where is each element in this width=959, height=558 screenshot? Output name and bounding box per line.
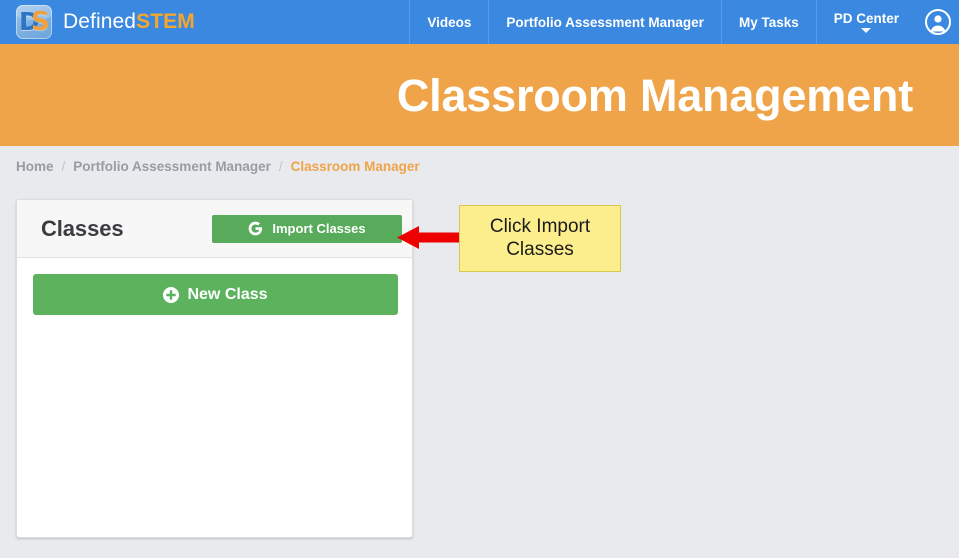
chevron-down-icon	[861, 28, 872, 33]
annotation-callout-text: Click Import Classes	[489, 216, 591, 260]
breadcrumb-item-classroom-manager: Classroom Manager	[290, 158, 420, 174]
logo-letter-s: S	[31, 7, 50, 37]
classes-panel-body: New Class	[17, 258, 412, 331]
page-title: Classroom Management	[396, 69, 913, 121]
breadcrumb-item-portfolio-assessment-manager[interactable]: Portfolio Assessment Manager	[73, 159, 271, 174]
navbar-menu: Videos Portfolio Assessment Manager My T…	[409, 0, 959, 44]
breadcrumb: Home / Portfolio Assessment Manager / Cl…	[0, 146, 959, 186]
brand-name-stem: STEM	[136, 10, 195, 33]
breadcrumb-separator: /	[278, 158, 283, 174]
classes-panel-header: Classes Import Classes	[17, 200, 412, 258]
google-g-icon	[249, 221, 263, 236]
nav-item-videos-label: Videos	[427, 14, 472, 30]
classes-panel: Classes Import Classes New Class	[16, 199, 413, 538]
user-account-button[interactable]	[917, 0, 959, 44]
nav-item-my-tasks-label: My Tasks	[738, 14, 799, 30]
nav-item-pd-center[interactable]: PD Center	[815, 0, 916, 44]
breadcrumb-separator: /	[61, 158, 66, 174]
nav-item-portfolio-assessment-manager[interactable]: Portfolio Assessment Manager	[488, 0, 721, 44]
import-classes-button-label: Import Classes	[272, 221, 366, 236]
breadcrumb-item-home[interactable]: Home	[16, 159, 54, 174]
brand-name-defined: Defined	[63, 10, 137, 33]
page-title-banner: Classroom Management	[0, 44, 959, 146]
nav-item-my-tasks[interactable]: My Tasks	[720, 0, 816, 44]
import-classes-button[interactable]: Import Classes	[212, 214, 402, 243]
definedstem-logo-icon: D S	[16, 5, 52, 39]
brand-name: DefinedSTEM	[63, 10, 195, 34]
new-class-button[interactable]: New Class	[33, 274, 398, 315]
brand-logo-link[interactable]: D S DefinedSTEM	[0, 0, 195, 44]
new-class-button-label: New Class	[187, 285, 268, 303]
annotation-arrow-icon	[397, 226, 461, 249]
nav-item-videos[interactable]: Videos	[409, 0, 488, 44]
user-circle-icon	[925, 9, 951, 35]
annotation-callout: Click Import Classes	[459, 205, 621, 272]
navbar-spacer	[195, 0, 410, 44]
top-navbar: D S DefinedSTEM Videos Portfolio Assessm…	[0, 0, 959, 44]
nav-item-pd-center-label: PD Center	[833, 11, 899, 26]
classes-panel-title: Classes	[41, 215, 124, 241]
nav-item-portfolio-assessment-manager-label: Portfolio Assessment Manager	[506, 14, 704, 30]
plus-circle-icon	[163, 286, 180, 303]
